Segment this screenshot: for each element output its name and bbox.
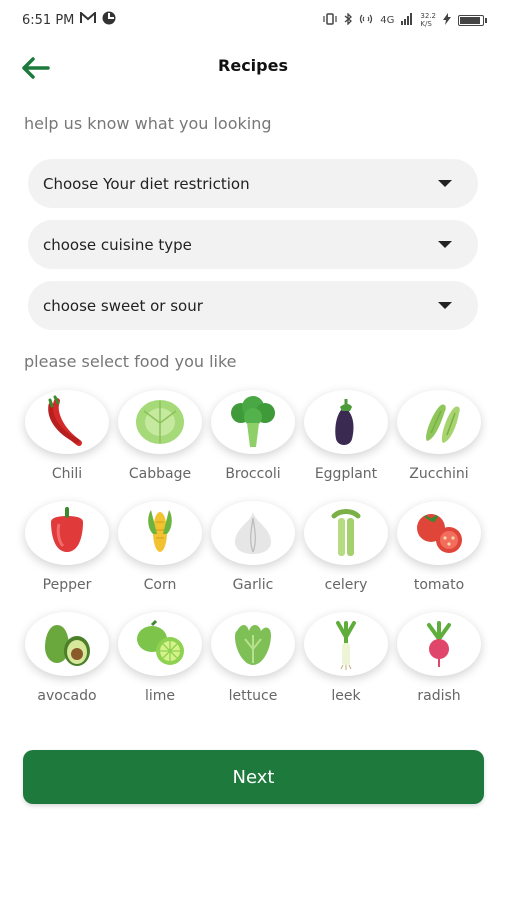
food-label: radish bbox=[417, 688, 461, 704]
food-label: Eggplant bbox=[314, 466, 378, 482]
zucchini-icon bbox=[426, 404, 460, 443]
food-item-garlic[interactable]: Garlic bbox=[208, 501, 298, 593]
avocado-icon bbox=[45, 625, 90, 666]
food-item-corn[interactable]: Corn bbox=[115, 501, 205, 593]
food-item-lime[interactable]: lime bbox=[115, 612, 205, 704]
corn-icon bbox=[148, 510, 172, 552]
leek-icon bbox=[336, 621, 356, 670]
chevron-down-icon bbox=[438, 180, 452, 187]
food-label: lettuce bbox=[228, 688, 278, 704]
next-button[interactable]: Next bbox=[23, 750, 484, 804]
charging-icon bbox=[443, 12, 451, 28]
food-item-celery[interactable]: celery bbox=[301, 501, 391, 593]
chili-icon bbox=[48, 395, 82, 446]
food-label: leek bbox=[331, 688, 361, 704]
garlic-icon bbox=[235, 512, 271, 554]
food-item-zucchini[interactable]: Zucchini bbox=[394, 390, 484, 482]
food-label: celery bbox=[324, 577, 368, 593]
food-label: Chili bbox=[51, 466, 83, 482]
dropdown-label: Choose Your diet restriction bbox=[43, 174, 250, 193]
food-item-avocado[interactable]: avocado bbox=[22, 612, 112, 704]
page-title: Recipes bbox=[218, 56, 288, 75]
chevron-down-icon bbox=[438, 241, 452, 248]
food-label: Corn bbox=[143, 577, 177, 593]
food-item-cabbage[interactable]: Cabbage bbox=[115, 390, 205, 482]
food-label: tomato bbox=[413, 577, 465, 593]
food-item-broccoli[interactable]: Broccoli bbox=[208, 390, 298, 482]
status-time: 6:51 PM bbox=[22, 12, 75, 28]
cuisine-type-dropdown[interactable]: choose cuisine type bbox=[28, 220, 478, 269]
food-prompt: please select food you like bbox=[24, 352, 237, 371]
celery-icon bbox=[331, 509, 361, 556]
help-prompt: help us know what you looking bbox=[24, 114, 272, 133]
food-item-pepper[interactable]: Pepper bbox=[22, 501, 112, 593]
food-item-chili[interactable]: Chili bbox=[22, 390, 112, 482]
food-label: avocado bbox=[37, 688, 97, 704]
food-item-leek[interactable]: leek bbox=[301, 612, 391, 704]
vibrate-icon bbox=[323, 12, 337, 28]
lime-icon bbox=[137, 619, 184, 665]
diet-restriction-dropdown[interactable]: Choose Your diet restriction bbox=[28, 159, 478, 208]
food-label: Pepper bbox=[42, 577, 92, 593]
lettuce-icon bbox=[235, 625, 271, 665]
food-item-tomato[interactable]: tomato bbox=[394, 501, 484, 593]
network-type: 4G bbox=[380, 14, 395, 26]
nfc-icon bbox=[359, 13, 373, 28]
app-notification-icon bbox=[102, 11, 116, 29]
pepper-icon bbox=[51, 507, 83, 552]
gmail-icon bbox=[80, 10, 97, 28]
food-label: lime bbox=[144, 688, 176, 704]
network-speed: 32.2 K/S bbox=[420, 12, 436, 28]
bluetooth-icon bbox=[344, 11, 353, 28]
dropdown-label: choose cuisine type bbox=[43, 235, 192, 254]
chevron-down-icon bbox=[438, 302, 452, 309]
broccoli-icon bbox=[231, 396, 275, 447]
dropdown-label: choose sweet or sour bbox=[43, 296, 203, 315]
food-label: Garlic bbox=[232, 577, 274, 593]
tomato-icon bbox=[417, 514, 462, 553]
radish-icon bbox=[427, 621, 451, 667]
sweet-sour-dropdown[interactable]: choose sweet or sour bbox=[28, 281, 478, 330]
status-bar: 6:51 PM 4G 32.2 K/S bbox=[0, 0, 506, 40]
food-item-radish[interactable]: radish bbox=[394, 612, 484, 704]
app-header: Recipes bbox=[0, 48, 506, 88]
cabbage-icon bbox=[136, 400, 184, 444]
food-label: Broccoli bbox=[225, 466, 281, 482]
food-label: Cabbage bbox=[128, 466, 192, 482]
signal-icon bbox=[401, 12, 413, 28]
food-label: Zucchini bbox=[409, 466, 469, 482]
food-item-eggplant[interactable]: Eggplant bbox=[301, 390, 391, 482]
battery-icon bbox=[458, 14, 487, 26]
food-item-lettuce[interactable]: lettuce bbox=[208, 612, 298, 704]
eggplant-icon bbox=[335, 399, 354, 445]
